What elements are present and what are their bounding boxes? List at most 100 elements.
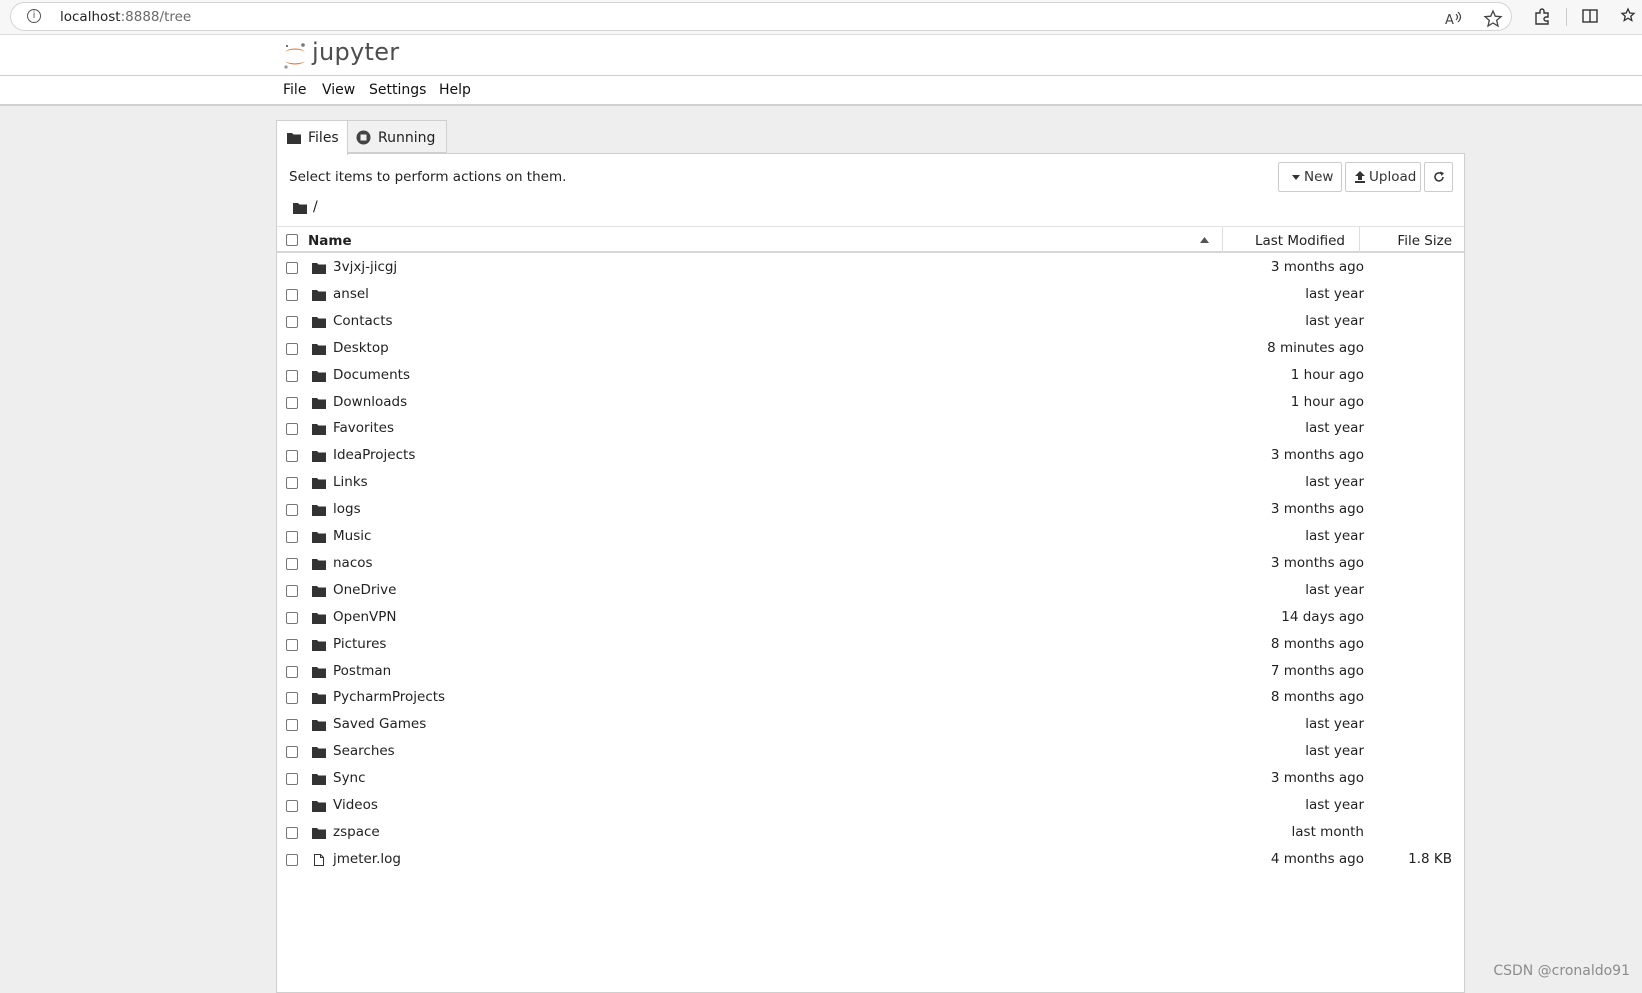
row-checkbox[interactable] xyxy=(286,746,298,759)
favorite-star-icon[interactable] xyxy=(1483,9,1503,29)
file-row[interactable]: Pictures 8 months ago xyxy=(277,631,1464,658)
address-bar[interactable]: i localhost:8888/tree A xyxy=(10,2,1512,31)
file-row[interactable]: Videos last year xyxy=(277,792,1464,819)
file-name-link[interactable]: Sync xyxy=(333,770,366,786)
file-row[interactable]: PycharmProjects 8 months ago xyxy=(277,684,1464,711)
file-row[interactable]: Favorites last year xyxy=(277,415,1464,442)
file-name-link[interactable]: ansel xyxy=(333,286,369,302)
file-name-link[interactable]: zspace xyxy=(333,824,380,840)
menu-settings[interactable]: Settings xyxy=(369,82,426,98)
tab-running[interactable]: Running xyxy=(348,120,447,153)
row-checkbox[interactable] xyxy=(286,396,298,409)
folder-icon xyxy=(312,558,326,570)
file-name-link[interactable]: Postman xyxy=(333,663,391,679)
file-row[interactable]: Links last year xyxy=(277,469,1464,496)
row-checkbox[interactable] xyxy=(286,342,298,355)
row-checkbox[interactable] xyxy=(286,826,298,839)
row-checkbox[interactable] xyxy=(286,262,298,274)
file-row[interactable]: Music last year xyxy=(277,523,1464,550)
file-name-link[interactable]: OpenVPN xyxy=(333,609,397,625)
file-row[interactable]: logs 3 months ago xyxy=(277,496,1464,523)
file-row[interactable]: Desktop 8 minutes ago xyxy=(277,335,1464,362)
menu-help[interactable]: Help xyxy=(439,82,471,98)
row-checkbox[interactable] xyxy=(286,288,298,301)
row-checkbox[interactable] xyxy=(286,557,298,570)
file-row[interactable]: Sync 3 months ago xyxy=(277,765,1464,792)
row-checkbox[interactable] xyxy=(286,773,298,786)
file-row[interactable]: jmeter.log 4 months ago 1.8 KB xyxy=(277,846,1464,873)
file-row[interactable]: Contacts last year xyxy=(277,308,1464,335)
row-checkbox[interactable] xyxy=(286,692,298,705)
jupyter-logo-icon[interactable] xyxy=(282,41,308,71)
refresh-button[interactable] xyxy=(1424,162,1453,192)
row-checkbox[interactable] xyxy=(286,450,298,463)
folder-icon xyxy=(312,316,326,328)
site-info-icon[interactable]: i xyxy=(27,9,41,23)
folder-icon xyxy=(312,451,326,463)
column-header-name[interactable]: Name xyxy=(308,233,352,249)
file-row[interactable]: Postman 7 months ago xyxy=(277,658,1464,685)
file-name-link[interactable]: Favorites xyxy=(333,420,394,436)
favorites-list-icon[interactable] xyxy=(1620,6,1640,26)
file-row[interactable]: IdeaProjects 3 months ago xyxy=(277,442,1464,469)
select-all-checkbox[interactable] xyxy=(286,234,298,246)
row-checkbox[interactable] xyxy=(286,719,298,732)
file-row[interactable]: Searches last year xyxy=(277,738,1464,765)
file-name-link[interactable]: 3vjxj-jicgj xyxy=(333,259,397,275)
file-row[interactable]: OpenVPN 14 days ago xyxy=(277,604,1464,631)
file-name-link[interactable]: Contacts xyxy=(333,313,393,329)
row-checkbox[interactable] xyxy=(286,369,298,382)
file-name-link[interactable]: Videos xyxy=(333,797,378,813)
address-url[interactable]: localhost:8888/tree xyxy=(60,9,191,25)
new-button[interactable]: New xyxy=(1278,162,1342,192)
jupyter-logo-text[interactable]: jupyter xyxy=(312,38,399,66)
file-name-link[interactable]: PycharmProjects xyxy=(333,689,445,705)
file-name-link[interactable]: IdeaProjects xyxy=(333,447,415,463)
file-name-link[interactable]: Searches xyxy=(333,743,395,759)
row-checkbox[interactable] xyxy=(286,584,298,597)
file-name-link[interactable]: Downloads xyxy=(333,394,407,410)
file-name-link[interactable]: logs xyxy=(333,501,361,517)
row-checkbox[interactable] xyxy=(286,423,298,436)
upload-button[interactable]: Upload xyxy=(1345,162,1421,192)
file-name-link[interactable]: jmeter.log xyxy=(333,851,401,867)
row-checkbox[interactable] xyxy=(286,800,298,812)
file-row[interactable]: Documents 1 hour ago xyxy=(277,362,1464,389)
sort-ascending-icon[interactable] xyxy=(1200,237,1209,243)
file-name-link[interactable]: Music xyxy=(333,528,371,544)
file-row[interactable]: zspace last month xyxy=(277,819,1464,846)
file-name-link[interactable]: Documents xyxy=(333,367,410,383)
row-checkbox[interactable] xyxy=(286,853,298,866)
file-row[interactable]: Saved Games last year xyxy=(277,711,1464,738)
file-name-link[interactable]: OneDrive xyxy=(333,582,396,598)
tab-files[interactable]: Files xyxy=(276,120,348,155)
row-checkbox[interactable] xyxy=(286,315,298,328)
file-row[interactable]: Downloads 1 hour ago xyxy=(277,389,1464,416)
column-header-modified[interactable]: Last Modified xyxy=(1255,233,1345,249)
file-name-link[interactable]: Desktop xyxy=(333,340,389,356)
read-aloud-icon[interactable]: A xyxy=(1443,9,1463,29)
split-screen-icon[interactable] xyxy=(1580,6,1600,26)
menu-view[interactable]: View xyxy=(322,82,355,98)
file-name-link[interactable]: nacos xyxy=(333,555,373,571)
row-checkbox[interactable] xyxy=(286,504,298,517)
row-checkbox[interactable] xyxy=(286,611,298,624)
file-name-link[interactable]: Pictures xyxy=(333,636,386,652)
row-checkbox[interactable] xyxy=(286,665,298,678)
row-checkbox[interactable] xyxy=(286,477,298,490)
file-row[interactable]: 3vjxj-jicgj 3 months ago xyxy=(277,254,1464,281)
row-checkbox[interactable] xyxy=(286,531,298,543)
breadcrumb-root[interactable]: / xyxy=(313,199,318,215)
menu-file[interactable]: File xyxy=(283,82,306,98)
file-row[interactable]: ansel last year xyxy=(277,281,1464,308)
row-checkbox[interactable] xyxy=(286,638,298,651)
folder-icon[interactable] xyxy=(293,202,307,214)
file-row[interactable]: nacos 3 months ago xyxy=(277,550,1464,577)
file-name-link[interactable]: Links xyxy=(333,474,368,490)
column-divider xyxy=(1222,227,1223,253)
file-last-modified: 8 minutes ago xyxy=(1267,339,1364,356)
column-header-size[interactable]: File Size xyxy=(1397,233,1452,249)
extensions-icon[interactable] xyxy=(1532,6,1552,26)
file-row[interactable]: OneDrive last year xyxy=(277,577,1464,604)
file-name-link[interactable]: Saved Games xyxy=(333,716,426,732)
